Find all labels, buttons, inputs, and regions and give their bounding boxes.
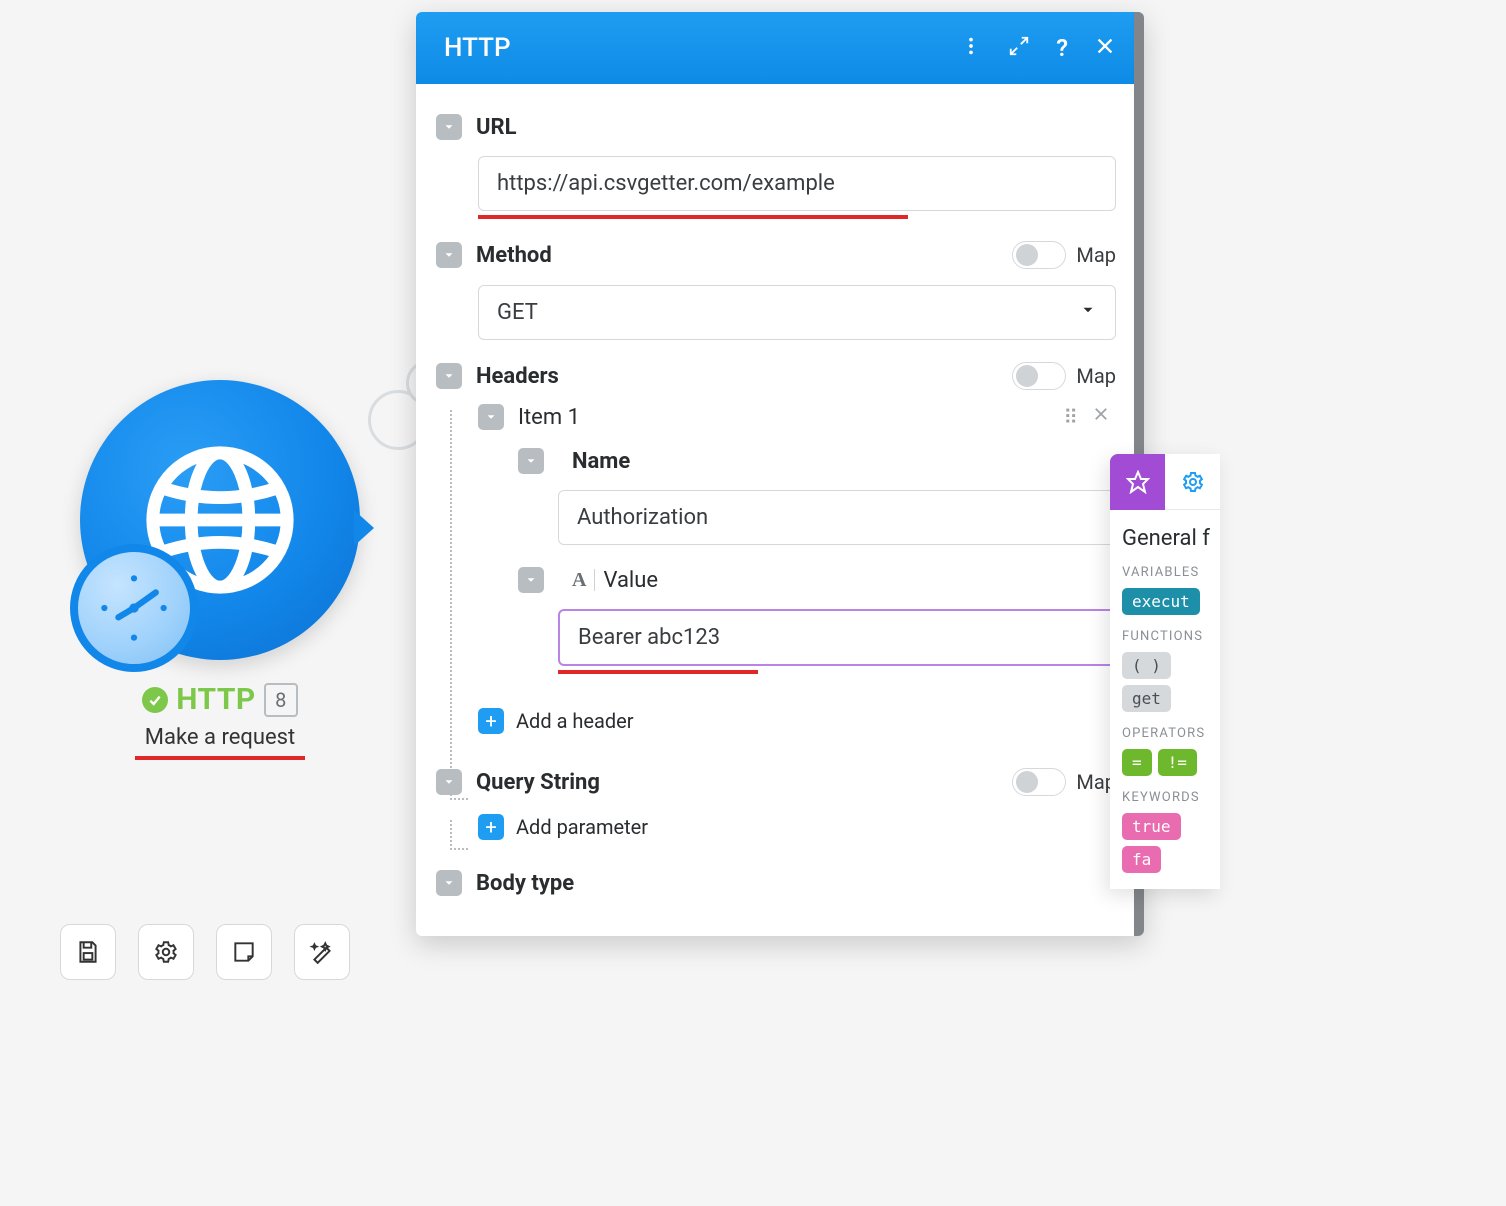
label-header-name: Name — [572, 449, 630, 474]
map-toggle-method[interactable] — [1012, 241, 1066, 269]
save-button[interactable] — [60, 924, 116, 980]
node-name: HTTP — [176, 682, 256, 717]
add-parameter-label: Add parameter — [516, 815, 648, 839]
helper-cat-variables: VARIABLES — [1122, 565, 1212, 580]
method-select[interactable]: GET — [478, 285, 1116, 340]
add-header-label: Add a header — [516, 709, 634, 733]
item-label: Item 1 — [518, 405, 580, 430]
add-header-button[interactable]: + Add a header — [478, 708, 1116, 734]
execution-count[interactable]: 8 — [264, 683, 298, 717]
node-graphic — [80, 380, 360, 660]
header-name-input[interactable] — [558, 490, 1116, 545]
clock-badge-icon — [70, 544, 198, 672]
header-value-input[interactable] — [558, 609, 1116, 666]
label-body-type: Body type — [476, 871, 574, 896]
delete-item-icon[interactable] — [1092, 405, 1110, 429]
http-config-panel: HTTP ? URL — [416, 12, 1144, 936]
drag-handle-icon[interactable]: ⠿ — [1063, 405, 1078, 429]
settings-button[interactable] — [138, 924, 194, 980]
annotation-line — [558, 670, 758, 674]
plus-icon: + — [478, 708, 504, 734]
menu-icon[interactable] — [960, 35, 982, 61]
collapse-toggle-body[interactable] — [436, 870, 462, 896]
label-method: Method — [476, 243, 552, 268]
annotation-line — [478, 215, 908, 219]
tree-elbow — [450, 820, 468, 850]
map-label: Map — [1076, 243, 1116, 267]
helper-title: General f — [1122, 526, 1212, 551]
map-toggle-query[interactable] — [1012, 768, 1066, 796]
chevron-down-icon — [1079, 300, 1097, 325]
helper-cat-keywords: KEYWORDS — [1122, 790, 1212, 805]
map-label: Map — [1076, 364, 1116, 388]
url-input[interactable] — [478, 156, 1116, 211]
plus-icon: + — [478, 814, 504, 840]
method-value: GET — [497, 300, 538, 325]
collapse-toggle-value[interactable] — [518, 567, 544, 593]
helper-cat-operators: OPERATORS — [1122, 726, 1212, 741]
label-query: Query String — [476, 770, 600, 795]
operator-pill-eq[interactable]: = — [1122, 749, 1152, 776]
tab-favorites[interactable] — [1110, 454, 1165, 510]
collapse-toggle-item1[interactable] — [478, 404, 504, 430]
label-url: URL — [476, 115, 517, 140]
variable-pill[interactable]: execut — [1122, 588, 1200, 615]
collapse-toggle-headers[interactable] — [436, 363, 462, 389]
helper-panel: General f VARIABLES execut FUNCTIONS ( )… — [1110, 454, 1220, 889]
label-headers: Headers — [476, 364, 559, 389]
add-parameter-button[interactable]: + Add parameter — [478, 814, 1116, 840]
function-pill-paren[interactable]: ( ) — [1122, 652, 1171, 679]
operator-pill-neq[interactable]: != — [1158, 749, 1197, 776]
text-type-icon: A — [572, 570, 586, 590]
function-pill-get[interactable]: get — [1122, 685, 1171, 712]
pointer-notch — [354, 510, 374, 546]
helper-cat-functions: FUNCTIONS — [1122, 629, 1212, 644]
annotation-line — [135, 756, 305, 760]
tab-settings[interactable] — [1165, 454, 1220, 510]
collapse-toggle-name[interactable] — [518, 448, 544, 474]
collapse-toggle-url[interactable] — [436, 114, 462, 140]
tree-line — [450, 410, 452, 780]
panel-title: HTTP — [444, 33, 511, 63]
close-icon[interactable] — [1094, 35, 1116, 61]
panel-header: HTTP ? — [416, 12, 1144, 84]
divider — [594, 569, 595, 591]
tree-elbow — [450, 782, 468, 800]
help-icon[interactable]: ? — [1056, 36, 1068, 60]
keyword-pill-true[interactable]: true — [1122, 813, 1181, 840]
collapse-toggle-method[interactable] — [436, 242, 462, 268]
node-subtitle: Make a request — [60, 725, 380, 750]
check-icon — [142, 687, 168, 713]
expand-icon[interactable] — [1008, 35, 1030, 61]
map-toggle-headers[interactable] — [1012, 362, 1066, 390]
label-header-value: Value — [603, 568, 658, 593]
magic-button[interactable] — [294, 924, 350, 980]
keyword-pill-fa[interactable]: fa — [1122, 846, 1161, 873]
scenario-node-http[interactable]: HTTP 8 Make a request — [60, 380, 380, 760]
bottom-toolbar — [60, 924, 350, 980]
notes-button[interactable] — [216, 924, 272, 980]
